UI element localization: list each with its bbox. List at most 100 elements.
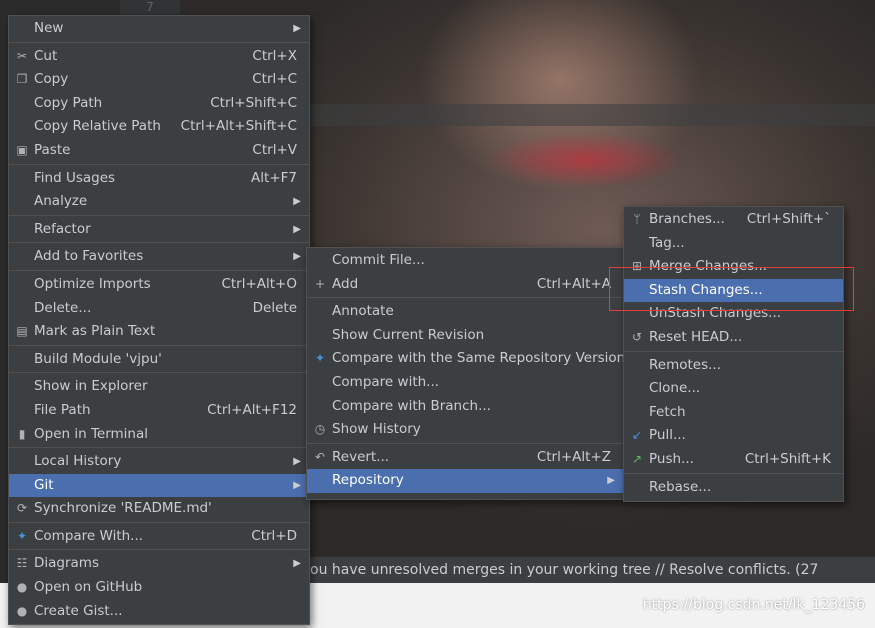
menu-item-diagrams[interactable]: ☷ Diagrams ▶: [9, 552, 309, 576]
menu-item-add[interactable]: + Add Ctrl+Alt+A: [307, 273, 623, 297]
menu-separator: [624, 350, 843, 352]
menu-item-label: Clone...: [649, 380, 701, 397]
menu-item-remotes[interactable]: Remotes...: [624, 354, 843, 378]
menu-item-shortcut: Delete: [252, 299, 297, 316]
menu-item-fetch[interactable]: Fetch: [624, 401, 843, 425]
revert-icon: ↶: [314, 449, 326, 464]
menu-item-cut[interactable]: ✂ Cut Ctrl+X: [9, 45, 309, 69]
menu-item-clone[interactable]: Clone...: [624, 377, 843, 401]
menu-item-label: Revert...: [332, 448, 390, 465]
menu-item-revert[interactable]: ↶ Revert... Ctrl+Alt+Z: [307, 446, 623, 470]
menu-item-unstash-changes[interactable]: UnStash Changes...: [624, 302, 843, 326]
menu-item-repository[interactable]: Repository ▶: [307, 469, 623, 493]
menu-item-label: Merge Changes...: [649, 258, 768, 275]
menu-item-label: Fetch: [649, 403, 686, 420]
menu-item-shortcut: Ctrl+D: [251, 527, 297, 544]
menu-item-label: Pull...: [649, 427, 686, 444]
menu-item-label: Copy: [34, 71, 69, 88]
menu-item-label: Remotes...: [649, 356, 721, 373]
menu-separator: [9, 214, 309, 216]
menu-item-stash-changes[interactable]: Stash Changes...: [624, 278, 843, 303]
project-context-menu: New ▶ ✂ Cut Ctrl+X ❐ Copy Ctrl+C Copy Path Ctrl+S…: [8, 15, 310, 625]
menu-item-new[interactable]: New ▶: [9, 17, 309, 41]
clipboard-icon: ▣: [16, 142, 28, 157]
menu-item-compare-with-the-same-repository-version[interactable]: ✦ Compare with the Same Repository Versio…: [307, 347, 626, 371]
menu-item-label: Stash Changes...: [649, 281, 763, 298]
menu-item-label: Synchronize 'README.md': [34, 500, 212, 517]
menu-item-pull[interactable]: ↙ Pull...: [624, 424, 843, 448]
menu-item-annotate[interactable]: Annotate: [307, 300, 623, 324]
menu-item-label: Analyze: [34, 193, 88, 210]
menu-item-label: Local History: [34, 453, 122, 470]
pull-icon: ↙: [631, 428, 643, 443]
submenu-arrow-icon: ▶: [293, 479, 301, 491]
menu-item-copy-relative-path[interactable]: Copy Relative Path Ctrl+Alt+Shift+C: [9, 115, 309, 139]
menu-separator: [624, 472, 843, 474]
menu-item-reset-head[interactable]: ↺ Reset HEAD...: [624, 326, 843, 350]
menu-item-open-in-terminal[interactable]: ▮ Open in Terminal: [9, 423, 309, 447]
menu-item-optimize-imports[interactable]: Optimize Imports Ctrl+Alt+O: [9, 273, 309, 297]
menu-item-rebase[interactable]: Rebase...: [624, 476, 843, 500]
menu-item-merge-changes[interactable]: ⊞ Merge Changes...: [624, 255, 843, 279]
menu-item-show-current-revision[interactable]: Show Current Revision: [307, 324, 623, 348]
menu-item-copy-path[interactable]: Copy Path Ctrl+Shift+C: [9, 92, 309, 116]
menu-item-compare-with-branch[interactable]: Compare with Branch...: [307, 395, 623, 419]
plain-text-icon: ▤: [16, 324, 28, 339]
menu-item-label: Show in Explorer: [34, 378, 148, 395]
menu-item-label: Show History: [332, 421, 421, 438]
menu-item-refactor[interactable]: Refactor ▶: [9, 218, 309, 242]
menu-item-label: Branches...: [649, 211, 725, 227]
menu-item-compare-with[interactable]: Compare with...: [307, 371, 623, 395]
menu-item-copy[interactable]: ❐ Copy Ctrl+C: [9, 68, 309, 92]
editor-band: [310, 104, 875, 126]
menu-item-create-gist[interactable]: ● Create Gist...: [9, 600, 309, 624]
menu-item-find-usages[interactable]: Find Usages Alt+F7: [9, 167, 309, 191]
menu-item-shortcut: Ctrl+Shift+K: [744, 450, 831, 467]
menu-item-git[interactable]: Git ▶: [9, 473, 309, 498]
watermark: https://blog.csdn.net/lk_123456: [642, 597, 865, 613]
menu-item-label: Mark as Plain Text: [34, 323, 156, 340]
menu-item-add-to-favorites[interactable]: Add to Favorites ▶: [9, 245, 309, 269]
submenu-arrow-icon: ▶: [293, 196, 301, 208]
menu-item-label: Build Module 'vjpu': [34, 350, 162, 367]
menu-separator: [9, 163, 309, 165]
menu-item-compare-with[interactable]: ✦ Compare With... Ctrl+D: [9, 525, 309, 549]
menu-separator: [9, 344, 309, 346]
plus-icon: +: [314, 276, 326, 291]
menu-item-paste[interactable]: ▣ Paste Ctrl+V: [9, 139, 309, 163]
menu-item-file-path[interactable]: File Path Ctrl+Alt+F12: [9, 399, 309, 423]
menu-separator: [9, 372, 309, 374]
menu-item-commit-file[interactable]: Commit File...: [307, 249, 623, 273]
menu-item-shortcut: Ctrl+Alt+F12: [207, 401, 297, 418]
menu-item-build-module-vjpu[interactable]: Build Module 'vjpu': [9, 348, 309, 372]
menu-item-delete[interactable]: Delete... Delete: [9, 297, 309, 321]
menu-item-label: UnStash Changes...: [649, 305, 782, 322]
menu-item-show-in-explorer[interactable]: Show in Explorer: [9, 375, 309, 399]
menu-item-show-history[interactable]: ◷ Show History: [307, 418, 623, 442]
menu-item-branches[interactable]: ᛘ Branches... Ctrl+Shift+`: [624, 208, 843, 232]
menu-separator: [9, 521, 309, 523]
menu-separator: [9, 549, 309, 551]
submenu-arrow-icon: ▶: [293, 251, 301, 263]
compare-icon: ✦: [16, 528, 28, 543]
menu-item-tag[interactable]: Tag...: [624, 232, 843, 256]
menu-item-label: Add to Favorites: [34, 248, 144, 265]
menu-separator: [9, 447, 309, 449]
menu-item-label: Add: [332, 275, 359, 292]
menu-item-mark-as-plain-text[interactable]: ▤ Mark as Plain Text: [9, 320, 309, 344]
menu-item-label: Delete...: [34, 299, 92, 316]
menu-item-label: Tag...: [649, 234, 685, 251]
menu-item-label: Compare with Branch...: [332, 397, 491, 414]
menu-item-label: Annotate: [332, 303, 394, 320]
menu-item-label: Find Usages: [34, 169, 116, 186]
menu-item-analyze[interactable]: Analyze ▶: [9, 190, 309, 214]
menu-separator: [307, 442, 623, 444]
menu-item-synchronize-readme-md[interactable]: ⟳ Synchronize 'README.md': [9, 497, 309, 521]
menu-item-shortcut: Ctrl+V: [252, 141, 297, 158]
menu-item-open-on-github[interactable]: ● Open on GitHub: [9, 576, 309, 600]
menu-item-label: Compare with the Same Repository Version: [332, 350, 626, 367]
menu-item-local-history[interactable]: Local History ▶: [9, 450, 309, 474]
menu-item-shortcut: Alt+F7: [251, 169, 297, 186]
menu-item-label: Copy Path: [34, 94, 103, 111]
menu-item-push[interactable]: ↗ Push... Ctrl+Shift+K: [624, 448, 843, 472]
